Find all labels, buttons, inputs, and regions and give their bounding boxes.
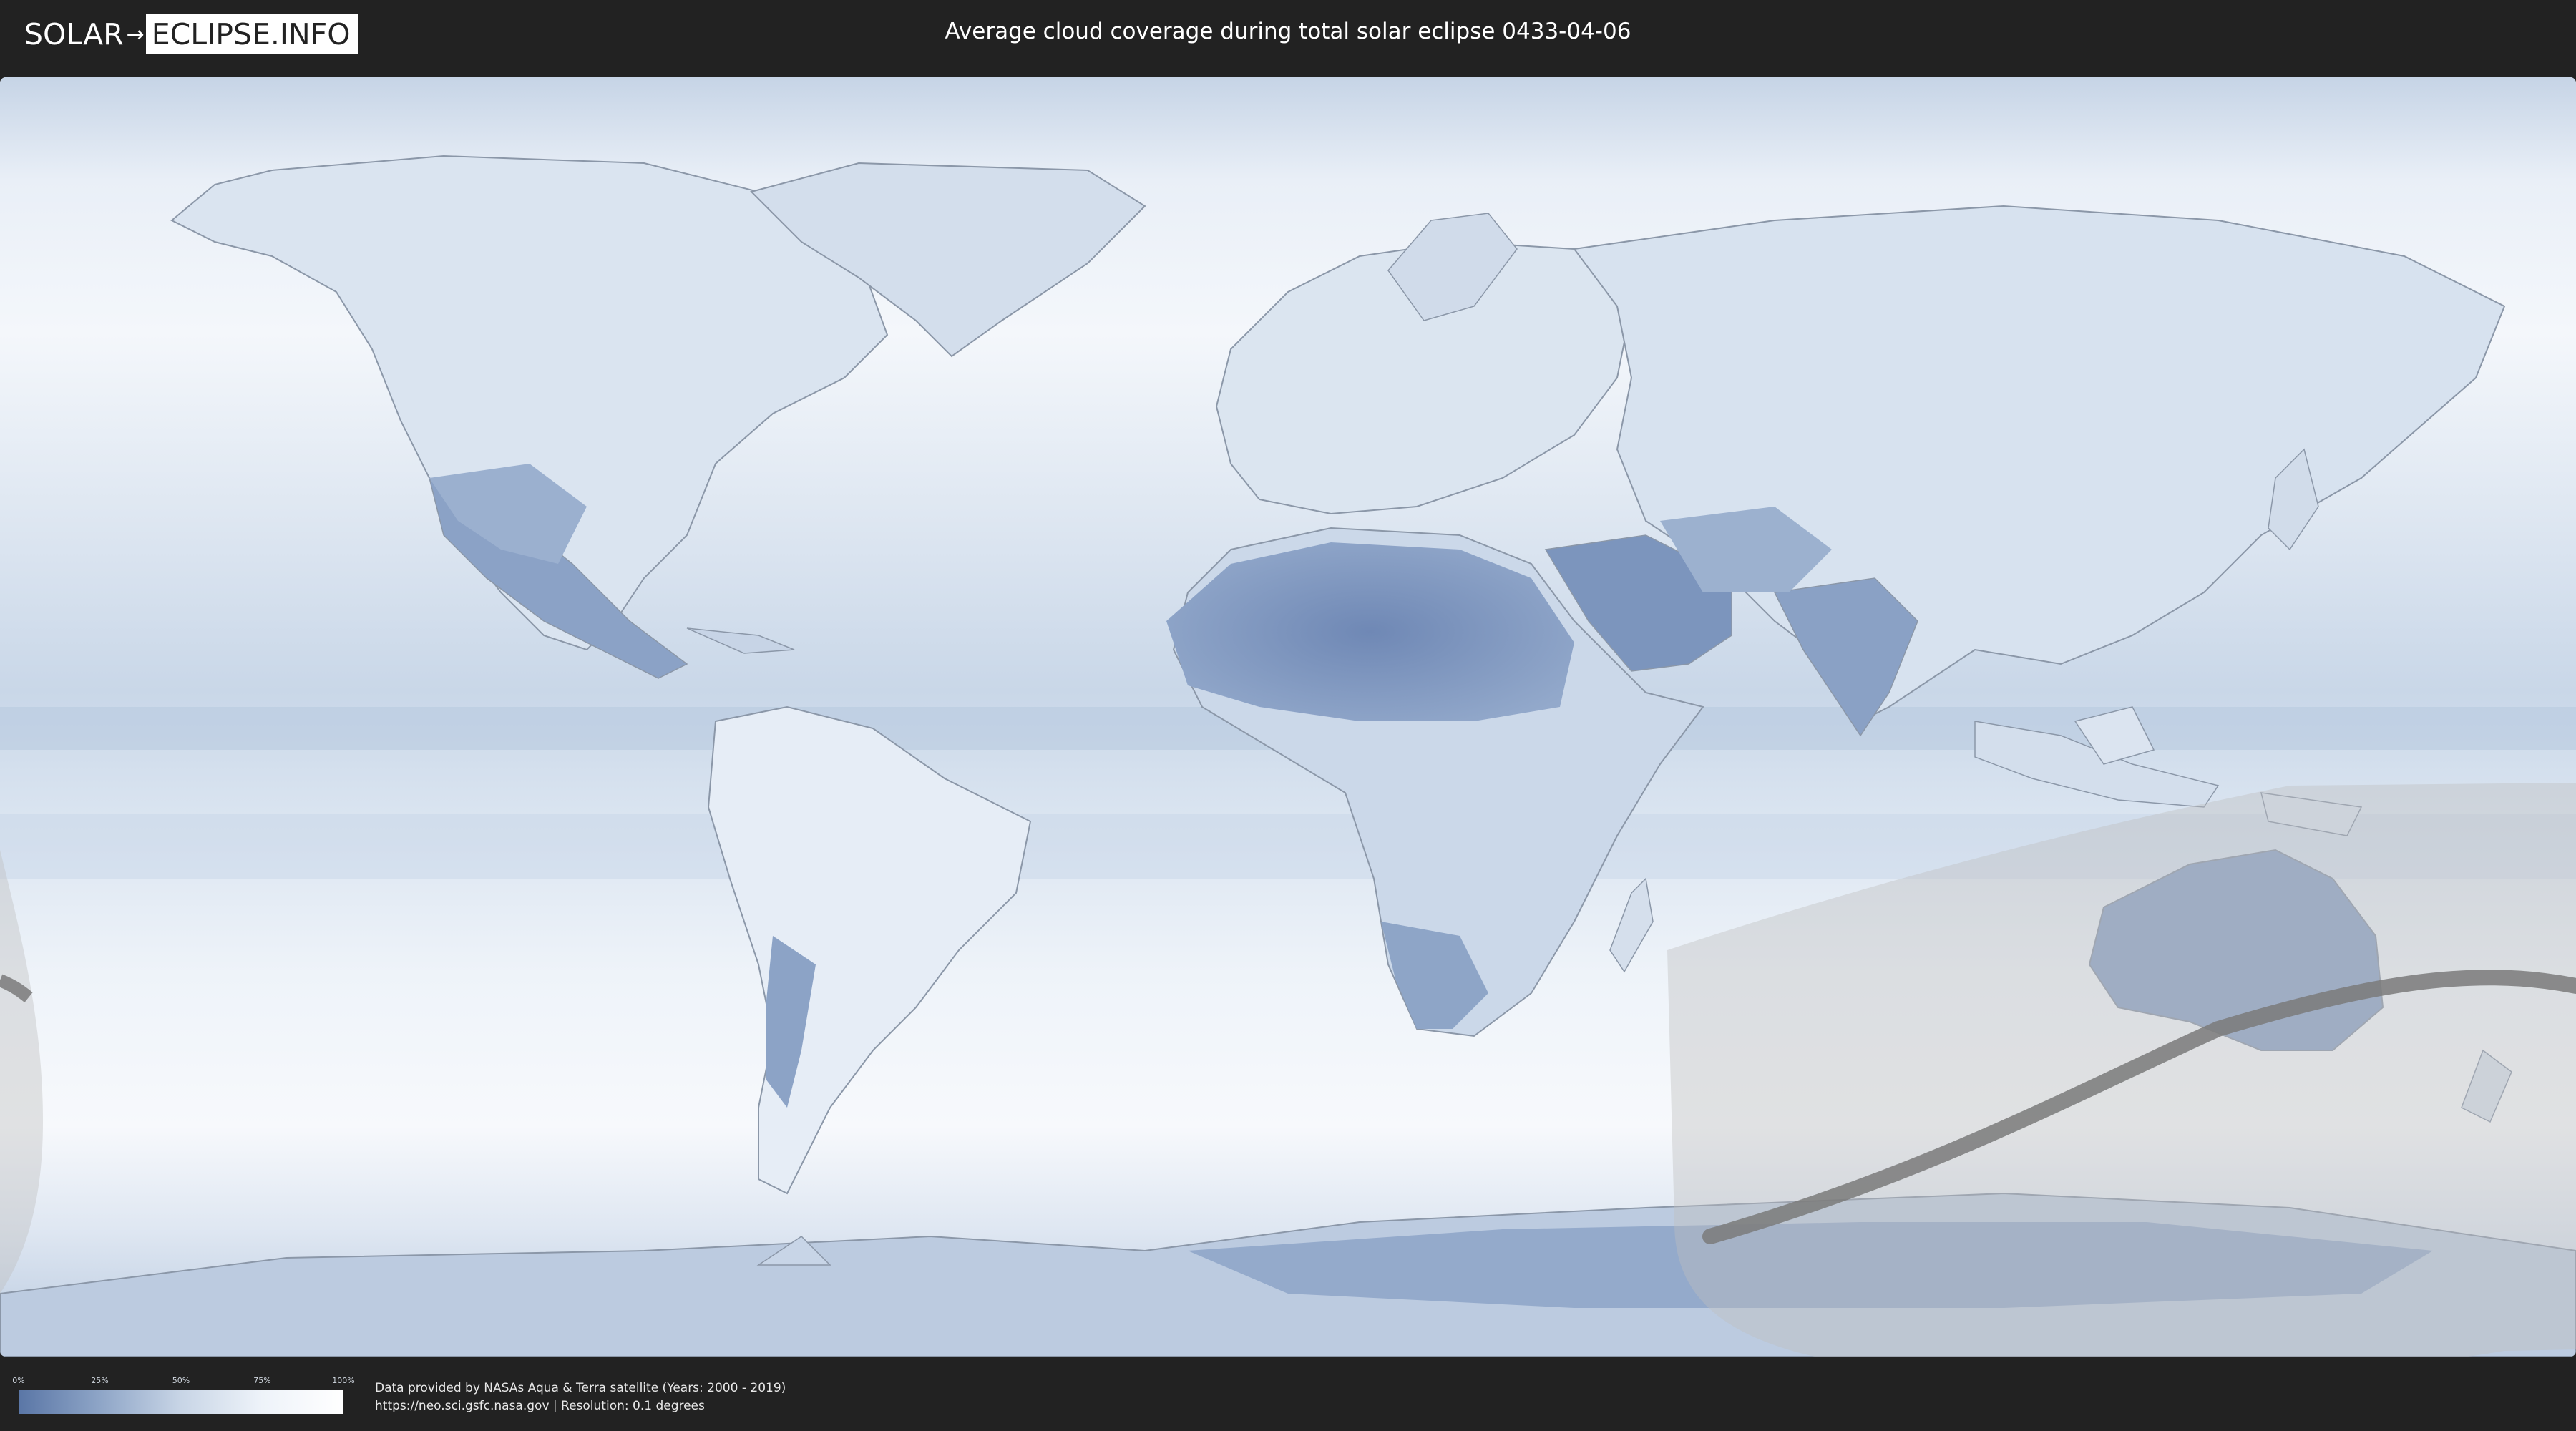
- page-title: Average cloud coverage during total sola…: [945, 19, 1631, 44]
- legend-tick-75: 75%: [253, 1376, 271, 1385]
- legend-tick-0: 0%: [12, 1376, 25, 1385]
- header-bar: SOLAR → ECLIPSE.INFO Average cloud cover…: [0, 0, 2576, 71]
- cloud-coverage-legend-bar: [19, 1390, 343, 1414]
- cloud-coverage-map: [0, 77, 2576, 1357]
- world-map: [0, 77, 2576, 1357]
- data-credits: Data provided by NASAs Aqua & Terra sate…: [375, 1379, 786, 1415]
- legend-tick-100: 100%: [332, 1376, 355, 1385]
- credits-url[interactable]: https://neo.sci.gsfc.nasa.gov | Resoluti…: [375, 1397, 786, 1415]
- legend-tick-25: 25%: [91, 1376, 109, 1385]
- legend-tick-50: 50%: [172, 1376, 190, 1385]
- credits-source: Data provided by NASAs Aqua & Terra sate…: [375, 1381, 786, 1395]
- legend-ticks: 0% 25% 50% 75% 100%: [12, 1376, 354, 1386]
